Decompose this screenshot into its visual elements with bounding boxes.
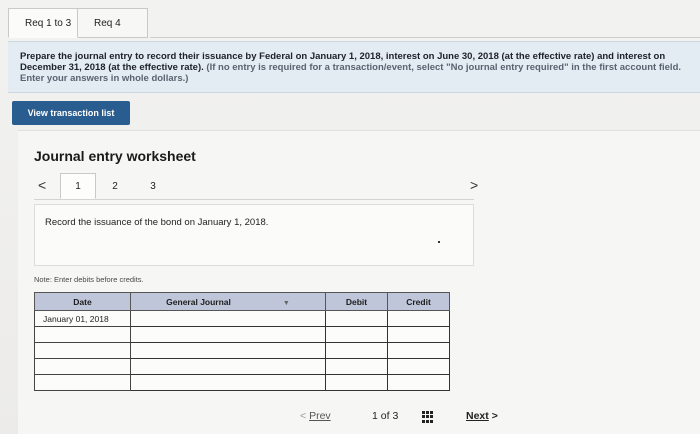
date-cell (34, 342, 131, 359)
header-credit: Credit (387, 292, 450, 311)
of-label: of (380, 410, 390, 422)
tab-divider (150, 37, 700, 38)
next-label: Next (466, 410, 489, 422)
instructions-panel: Prepare the journal entry to record thei… (8, 41, 700, 93)
header-general-journal: General Journal ▼ (130, 292, 326, 311)
journal-table: Date General Journal ▼ Debit Credit Janua… (34, 292, 450, 391)
tab-req-4[interactable]: Req 4 (78, 8, 148, 38)
step-tab-2[interactable]: 2 (96, 173, 134, 199)
step-tabs: 1 2 3 (60, 173, 172, 199)
credit-input[interactable] (387, 358, 450, 375)
account-select[interactable] (130, 342, 326, 359)
record-instruction-box: Record the issuance of the bond on Janua… (34, 204, 474, 266)
journal-header-row: Date General Journal ▼ Debit Credit (34, 292, 450, 311)
account-select[interactable] (130, 326, 326, 343)
debit-input[interactable] (325, 358, 388, 375)
chevron-down-icon: ▼ (282, 299, 290, 307)
page-counter: 1 of 3 (372, 410, 412, 422)
account-select[interactable] (130, 374, 326, 391)
table-row: January 01, 2018 (34, 310, 450, 327)
table-row (34, 326, 450, 343)
credit-input[interactable] (387, 342, 450, 359)
step-divider (34, 199, 474, 200)
credit-input[interactable] (387, 310, 450, 327)
date-cell (34, 358, 131, 375)
account-select[interactable] (130, 358, 326, 375)
worksheet-title: Journal entry worksheet (34, 148, 196, 164)
chevron-right-icon[interactable]: > (470, 177, 478, 193)
next-button[interactable]: Next > (466, 410, 516, 422)
total-pages: 3 (392, 410, 399, 422)
chevron-left-icon: < (300, 410, 307, 422)
debits-note: Note: Enter debits before credits. (34, 275, 144, 284)
prev-label: Prev (309, 410, 331, 422)
view-transaction-list-button[interactable]: View transaction list (12, 101, 130, 125)
tab-req-1-to-3[interactable]: Req 1 to 3 (8, 8, 78, 38)
chevron-right-icon: > (491, 410, 498, 422)
credit-input[interactable] (387, 326, 450, 343)
grid-icon[interactable] (422, 411, 434, 423)
debit-input[interactable] (325, 310, 388, 327)
date-cell: January 01, 2018 (34, 310, 131, 327)
cursor-dot (438, 241, 440, 243)
step-tab-1[interactable]: 1 (60, 173, 96, 199)
table-row (34, 374, 450, 391)
requirement-tabs: Req 1 to 3 Req 4 (8, 8, 148, 38)
chevron-left-icon[interactable]: < (38, 177, 46, 193)
table-row (34, 342, 450, 359)
header-general-journal-label: General Journal (166, 296, 231, 307)
debit-input[interactable] (325, 342, 388, 359)
header-debit: Debit (325, 292, 388, 311)
current-page: 1 (372, 410, 378, 422)
credit-input[interactable] (387, 374, 450, 391)
debit-input[interactable] (325, 326, 388, 343)
account-select[interactable] (130, 310, 326, 327)
record-instruction-text: Record the issuance of the bond on Janua… (45, 217, 269, 228)
debit-input[interactable] (325, 374, 388, 391)
date-cell (34, 374, 131, 391)
header-date: Date (34, 292, 131, 311)
step-tab-3[interactable]: 3 (134, 173, 172, 199)
date-cell (34, 326, 131, 343)
table-row (34, 358, 450, 375)
journal-entry-worksheet: Journal entry worksheet < 1 2 3 > Record… (18, 130, 700, 434)
prev-button[interactable]: < Prev (300, 410, 360, 422)
